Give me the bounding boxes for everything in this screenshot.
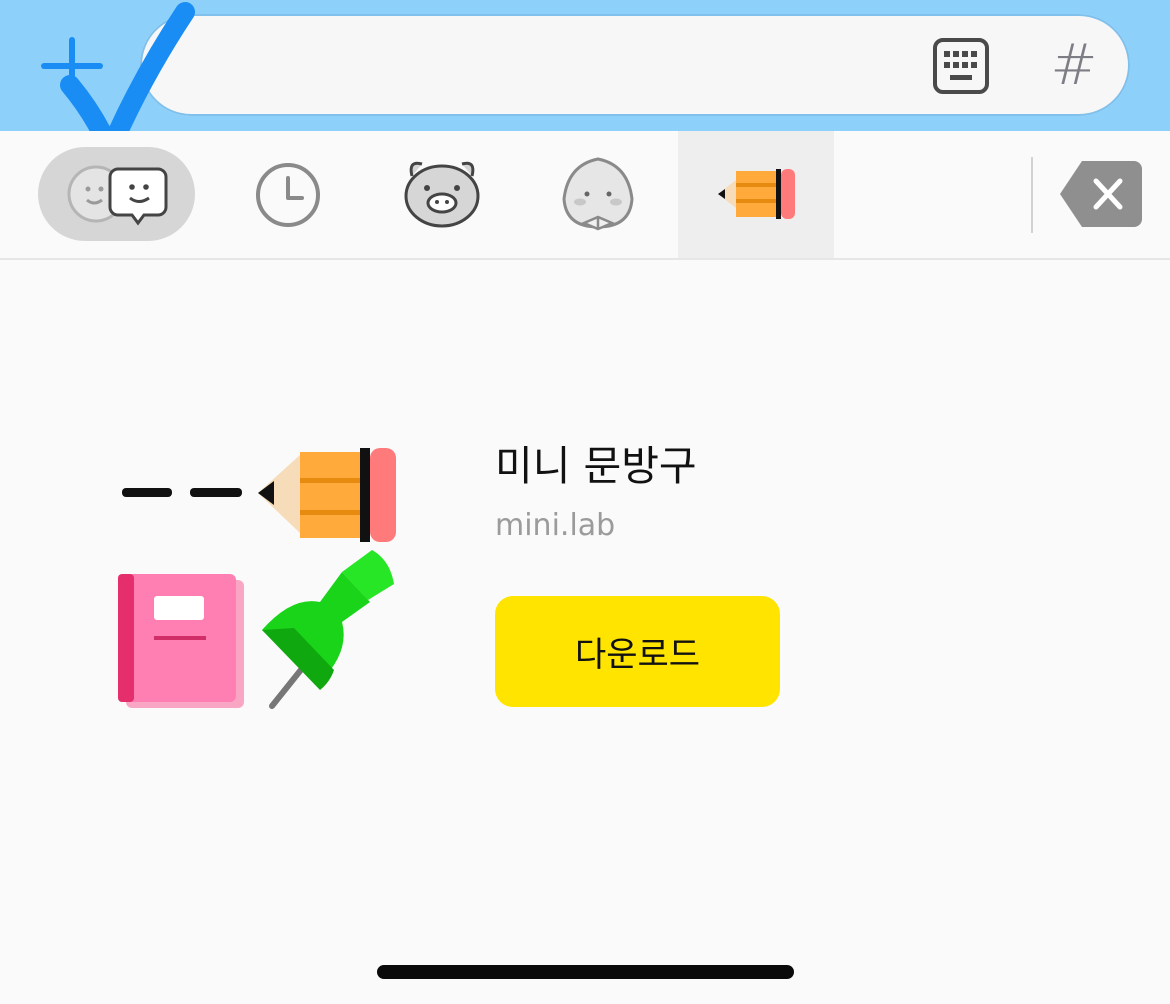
backspace-icon[interactable] bbox=[1060, 161, 1142, 227]
sticker-pack-title: 미니 문방구 bbox=[495, 442, 697, 490]
tab-pencil[interactable] bbox=[678, 131, 834, 258]
emoticon-faces-icon bbox=[67, 165, 168, 226]
pencil-icon bbox=[718, 169, 795, 219]
pushpin-icon bbox=[262, 550, 394, 709]
download-button[interactable]: 다운로드 bbox=[495, 596, 780, 707]
sticker-pack-preview bbox=[110, 440, 410, 720]
keyboard-icon[interactable] bbox=[932, 37, 990, 95]
pig-face-icon bbox=[404, 161, 480, 228]
peach-character-icon bbox=[562, 157, 634, 231]
plus-icon[interactable] bbox=[40, 36, 104, 100]
composer-bar: # bbox=[0, 0, 1170, 131]
pencil-icon bbox=[122, 448, 396, 542]
tab-divider bbox=[1031, 157, 1033, 233]
hashtag-button[interactable]: # bbox=[1046, 28, 1102, 104]
notebook-icon bbox=[118, 574, 244, 708]
tab-emoticon[interactable] bbox=[38, 147, 195, 241]
home-indicator[interactable] bbox=[377, 965, 794, 979]
tab-pig[interactable] bbox=[364, 131, 520, 258]
tab-recent[interactable] bbox=[212, 131, 364, 258]
tab-peach[interactable] bbox=[520, 131, 676, 258]
sticker-tab-bar bbox=[0, 131, 1170, 260]
sticker-pack-author: mini.lab bbox=[495, 508, 616, 543]
clock-icon bbox=[256, 163, 320, 227]
